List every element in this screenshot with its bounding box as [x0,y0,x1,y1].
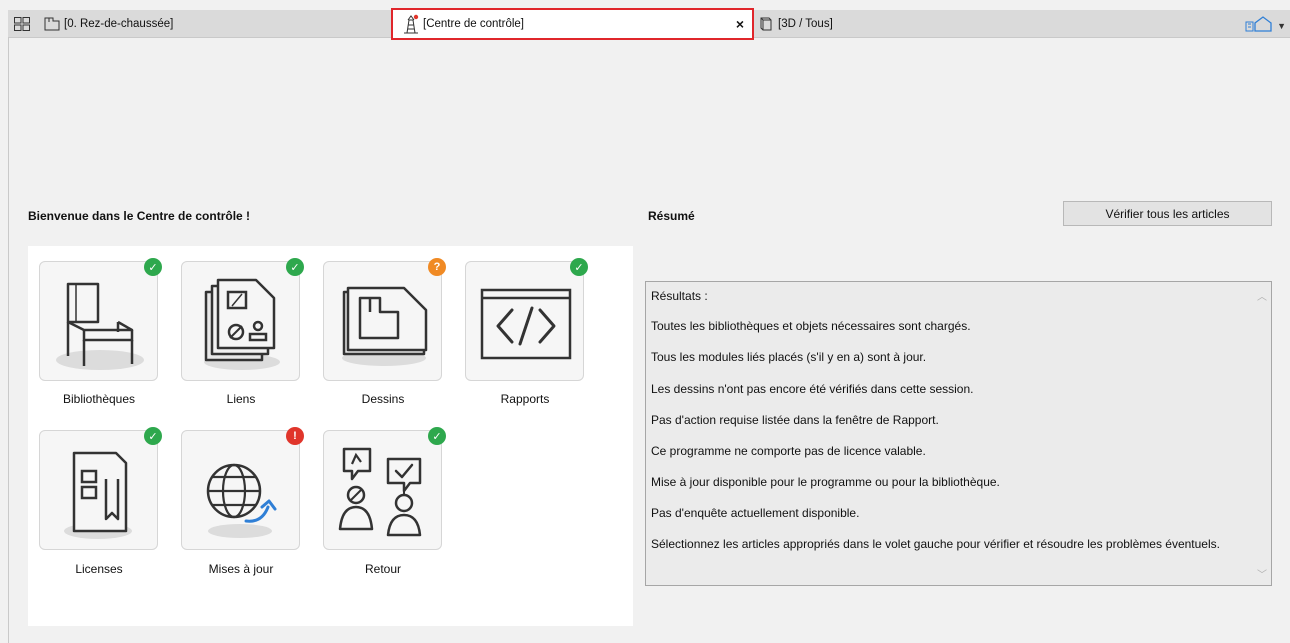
tile-label: Retour [364,562,402,576]
code-icon [480,288,572,360]
status-error-icon: ! [286,427,304,445]
tile-libraries[interactable]: ✓ [39,258,162,381]
tile-label: Rapports [500,392,550,406]
house-navigator-icon [1245,15,1275,36]
tab-3d-view[interactable]: [3D / Tous] [756,10,833,38]
result-line: Ce programme ne comporte pas de licence … [651,444,926,458]
tab-control-center-label: [Centre de contrôle] [423,18,525,30]
lighthouse-icon [401,14,421,34]
items-panel: ✓ Bibliothèques ✓ Liens ? Dessins ✓ Rapp… [28,246,633,626]
drawing-icon [342,286,428,366]
tab-floor-plan[interactable]: [0. Rez-de-chaussée] [42,10,173,38]
tile-feedback[interactable]: ✓ [323,427,446,550]
floor-plan-icon [42,14,62,34]
tile-label: Mises à jour [208,562,274,576]
welcome-heading: Bienvenue dans le Centre de contrôle ! [28,209,251,223]
tile-label: Liens [226,392,256,406]
linked-modules-icon [204,278,280,370]
window-border [8,38,9,643]
result-line: Toutes les bibliothèques et objets néces… [651,319,971,333]
globe-update-icon [206,463,277,538]
tile-label: Licenses [75,562,123,576]
status-ok-icon: ✓ [428,427,446,445]
tile-reports[interactable]: ✓ [465,258,588,381]
status-warning-icon: ? [428,258,446,276]
result-line: Tous les modules liés placés (s'il y en … [651,350,927,364]
result-line: Mise à jour disponible pour le programme… [651,475,1000,489]
status-ok-icon: ✓ [286,258,304,276]
close-tab-icon[interactable]: × [736,16,744,32]
check-all-button[interactable]: Vérifier tous les articles [1063,201,1272,226]
navigator-menu-button[interactable]: ▼ [1245,15,1286,36]
tile-updates[interactable]: ! [181,427,304,550]
results-heading: Résultats : [651,289,708,303]
tile-label: Dessins [361,392,405,406]
tile-drawings[interactable]: ? [323,258,446,381]
tab-bar: [0. Rez-de-chaussée] [Centre de contrôle… [8,8,1290,40]
result-line: Sélectionnez les articles appropriés dan… [651,537,1220,551]
tab-3d-label: [3D / Tous] [778,18,833,30]
license-icon [64,451,132,539]
results-scrollbar[interactable]: ︿ ﹀ [1254,282,1271,585]
cube-3d-icon [756,14,776,34]
scroll-down-icon[interactable]: ﹀ [1257,566,1267,581]
status-ok-icon: ✓ [144,427,162,445]
tab-floor-label: [0. Rez-de-chaussée] [64,18,174,30]
result-line: Pas d'enquête actuellement disponible. [651,506,860,520]
result-line: Pas d'action requise listée dans la fenê… [651,413,939,427]
tile-links[interactable]: ✓ [181,258,304,381]
scroll-up-icon[interactable]: ︿ [1257,288,1267,303]
result-line: Les dessins n'ont pas encore été vérifié… [651,382,974,396]
chevron-down-icon: ▼ [1277,20,1286,31]
results-text-area[interactable]: Résultats : Toutes les bibliothèques et … [645,281,1272,586]
status-ok-icon: ✓ [570,258,588,276]
tile-windows-icon[interactable] [12,14,32,34]
tab-control-center[interactable]: [Centre de contrôle] × [391,8,754,40]
feedback-icon [338,447,422,537]
tile-licenses[interactable]: ✓ [39,427,162,550]
tile-label: Bibliothèques [62,392,136,406]
chair-icon [56,282,144,370]
summary-heading: Résumé [648,209,695,223]
status-ok-icon: ✓ [144,258,162,276]
